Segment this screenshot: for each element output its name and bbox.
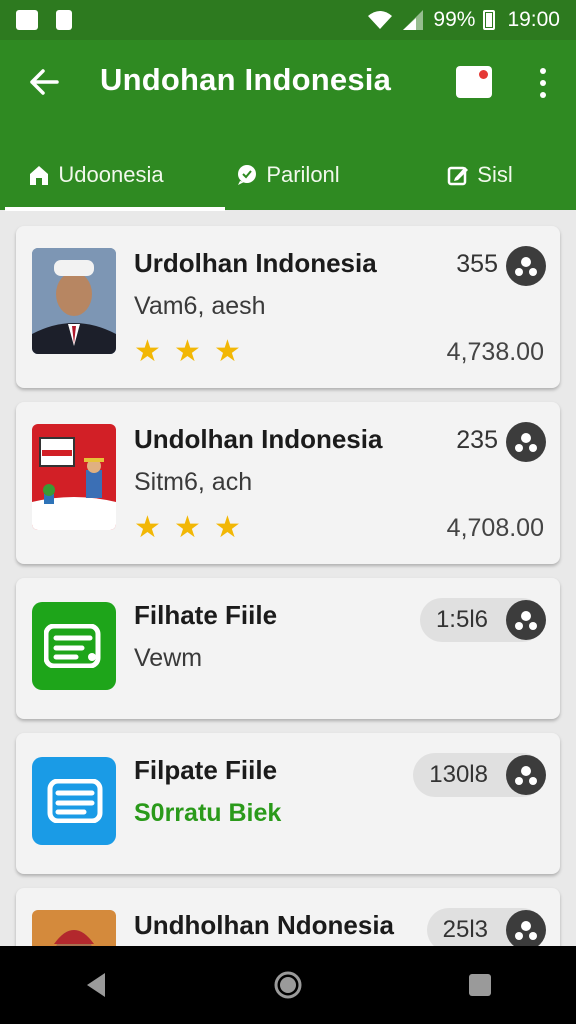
nav-back-icon[interactable] — [66, 955, 126, 1015]
star-icon: ★ — [214, 511, 241, 544]
star-icon: ★ — [214, 335, 241, 368]
item-price: 4,708.00 — [446, 514, 544, 542]
file-app-icon — [32, 602, 116, 690]
tab-label: Udoonesia — [58, 162, 164, 187]
star-icon: ★ — [174, 335, 201, 368]
star-icon: ★ — [134, 335, 161, 368]
back-arrow-icon[interactable] — [24, 62, 64, 102]
home-icon — [30, 166, 49, 185]
item-count: 355 — [456, 250, 498, 278]
tab-label: Parilonl — [266, 162, 340, 187]
item-price: 4,738.00 — [446, 338, 544, 366]
profile-action-icon[interactable] — [506, 246, 546, 286]
item-name: Filpate Fiile — [134, 755, 278, 785]
nav-home-icon[interactable] — [258, 955, 318, 1015]
tab-parilonl[interactable]: Parilonl — [192, 140, 384, 210]
signal-icon — [403, 10, 424, 30]
battery-percent: 99% — [433, 8, 476, 31]
status-bar: 99% 19:00 — [0, 0, 576, 40]
item-name: Undolhan Indonesia — [134, 424, 383, 454]
page-title: Undohan Indonesia — [100, 62, 392, 97]
battery-icon — [483, 10, 496, 30]
more-vert-icon[interactable] — [528, 66, 558, 100]
wifi-icon — [368, 11, 393, 29]
item-name: Urdolhan Indonesia — [134, 248, 377, 278]
notification-app-icon — [16, 10, 38, 30]
list-item[interactable]: Filpate Fiile S0rratu Biek 130l8 — [16, 733, 560, 874]
item-subtitle: Vam6, aesh — [134, 292, 266, 320]
notification-icon[interactable] — [456, 66, 492, 98]
item-name: Undholhan Ndonesia — [134, 910, 394, 940]
edit-icon — [448, 166, 469, 186]
item-subtitle: Sitm6, ach — [134, 468, 253, 496]
illustration-thumbnail — [32, 424, 116, 530]
tab-udoonesia[interactable]: Udoonesia — [0, 140, 192, 210]
chat-icon — [238, 165, 257, 185]
star-icon: ★ — [134, 511, 161, 544]
sd-card-icon — [56, 10, 72, 30]
item-subtitle: Vewm — [134, 644, 203, 672]
tab-bar: Udoonesia Parilonl Sisl — [0, 140, 576, 210]
profile-action-icon[interactable] — [506, 422, 546, 462]
app-bar: Undohan Indonesia Udoonesia Parilonl Sis… — [0, 40, 576, 211]
tab-label: Sisl — [477, 162, 513, 187]
profile-action-icon[interactable] — [506, 755, 546, 795]
person-photo-thumbnail — [32, 248, 116, 354]
list-item[interactable]: Filhate Fiile Vewm 1:5l6 — [16, 578, 560, 719]
tab-indicator — [5, 207, 225, 211]
rating-stars: ★ ★ ★ — [134, 335, 242, 368]
file-app-icon — [32, 757, 116, 845]
profile-action-icon[interactable] — [506, 600, 546, 640]
rating-stars: ★ ★ ★ — [134, 511, 242, 544]
system-nav-bar — [0, 946, 576, 1024]
item-subtitle: S0rratu Biek — [134, 799, 282, 827]
item-count: 235 — [456, 426, 498, 454]
profile-action-icon[interactable] — [506, 910, 546, 946]
nav-recents-icon[interactable] — [450, 955, 510, 1015]
clock: 19:00 — [507, 8, 560, 31]
item-name: Filhate Fiile — [134, 600, 278, 630]
item-list[interactable]: Urdolhan Indonesia Vam6, aesh ★ ★ ★ 355 … — [0, 212, 576, 946]
tab-sisl[interactable]: Sisl — [384, 140, 576, 210]
list-item[interactable]: Urdolhan Indonesia Vam6, aesh ★ ★ ★ 355 … — [16, 226, 560, 388]
person-photo-thumbnail — [32, 910, 116, 946]
list-item[interactable]: Undolhan Indonesia Sitm6, ach ★ ★ ★ 235 … — [16, 402, 560, 564]
list-item[interactable]: Undholhan Ndonesia 25l3 — [16, 888, 560, 946]
star-icon: ★ — [174, 511, 201, 544]
